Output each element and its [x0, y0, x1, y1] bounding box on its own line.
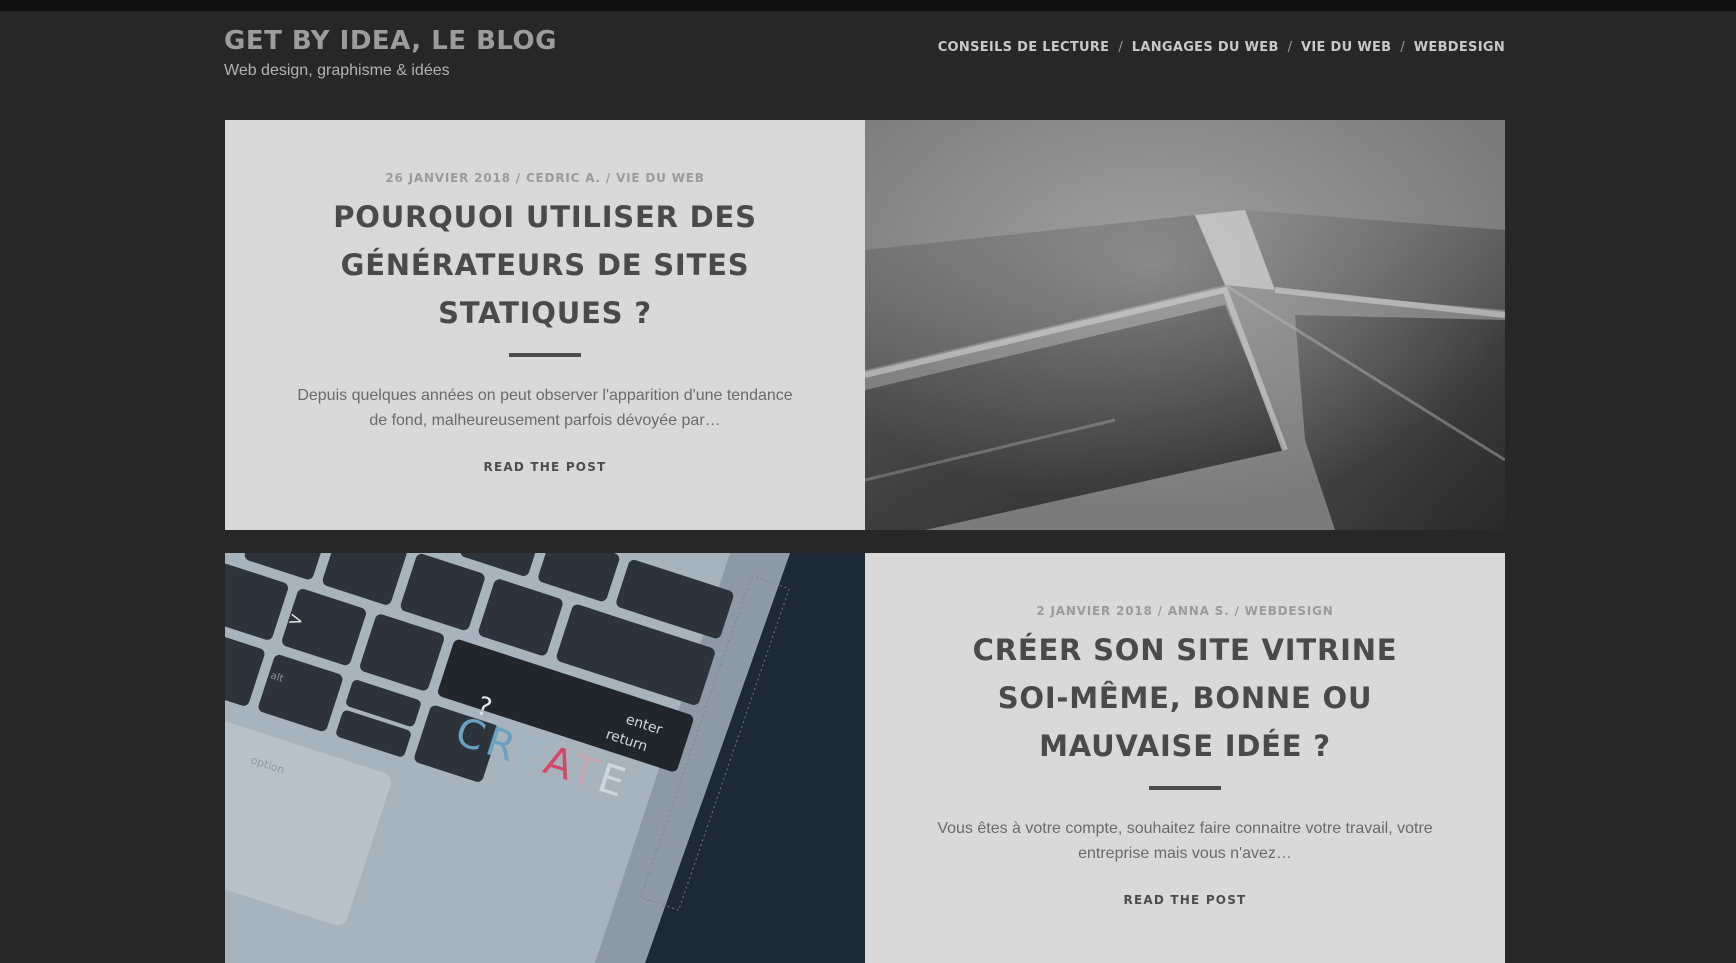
- post-date: 2 JANVIER 2018: [1036, 604, 1153, 618]
- post-summary: 26 JANVIER 2018 / CEDRIC A. / VIE DU WEB POU…: [225, 120, 865, 530]
- post-title[interactable]: CRÉER SON SITE VITRINE SOI-MÊME, BONNE O…: [945, 626, 1425, 770]
- site-tagline: Web design, graphisme & idées: [224, 62, 450, 79]
- post-author[interactable]: CEDRIC A.: [526, 171, 601, 185]
- solar-panel-image[interactable]: [865, 120, 1505, 530]
- main-nav: CONSEILS DE LECTURE / LANGAGES DU WEB / …: [938, 40, 1505, 55]
- top-bar: [0, 0, 1736, 11]
- nav-separator: /: [1118, 40, 1123, 55]
- post-excerpt: Vous êtes à votre compte, souhaitez fair…: [937, 820, 1433, 862]
- nav-separator: /: [1287, 40, 1293, 55]
- post-author[interactable]: ANNA S.: [1168, 604, 1230, 618]
- post-card: ? > enter return option alt CREATE 2 JAN…: [225, 553, 1505, 963]
- post-card: 26 JANVIER 2018 / CEDRIC A. / VIE DU WEB POU…: [225, 120, 1505, 530]
- meta-separator: /: [1234, 604, 1240, 618]
- site-title[interactable]: GET BY IDEA, LE BLOG: [224, 26, 557, 56]
- nav-item-conseils-de-lecture[interactable]: CONSEILS DE LECTURE: [938, 40, 1110, 55]
- nav-item-langages-du-web[interactable]: LANGAGES DU WEB: [1132, 40, 1279, 55]
- read-post-link[interactable]: READ THE POST: [225, 460, 865, 474]
- post-category[interactable]: VIE DU WEB: [616, 171, 705, 185]
- post-excerpt: Depuis quelques années on peut observer …: [297, 387, 793, 429]
- nav-separator: /: [1400, 40, 1405, 55]
- solar-panel-illustration: [865, 120, 1505, 530]
- post-meta: 2 JANVIER 2018 / ANNA S. / WEBDESIGN: [865, 604, 1505, 618]
- meta-separator: /: [1157, 604, 1163, 618]
- post-meta: 26 JANVIER 2018 / CEDRIC A. / VIE DU WEB: [225, 171, 865, 185]
- nav-item-vie-du-web[interactable]: VIE DU WEB: [1301, 40, 1391, 55]
- meta-separator: /: [515, 171, 521, 185]
- nav-item-webdesign[interactable]: WEBDESIGN: [1414, 40, 1505, 55]
- title-divider: [1149, 786, 1221, 790]
- post-date: 26 JANVIER 2018: [385, 171, 511, 185]
- site-header: GET BY IDEA, LE BLOG Web design, graphis…: [224, 26, 1505, 86]
- laptop-keyboard-image[interactable]: ? > enter return option alt CREATE: [225, 553, 865, 963]
- title-divider: [509, 353, 581, 357]
- read-post-link[interactable]: READ THE POST: [865, 893, 1505, 907]
- post-summary: 2 JANVIER 2018 / ANNA S. / WEBDESIGN CRÉER S…: [865, 553, 1505, 963]
- post-category[interactable]: WEBDESIGN: [1245, 604, 1334, 618]
- meta-separator: /: [605, 171, 612, 185]
- post-title[interactable]: POURQUOI UTILISER DES GÉNÉRATEURS DE SIT…: [305, 193, 785, 337]
- keyboard-illustration: ? > enter return option alt CREATE: [225, 553, 865, 963]
